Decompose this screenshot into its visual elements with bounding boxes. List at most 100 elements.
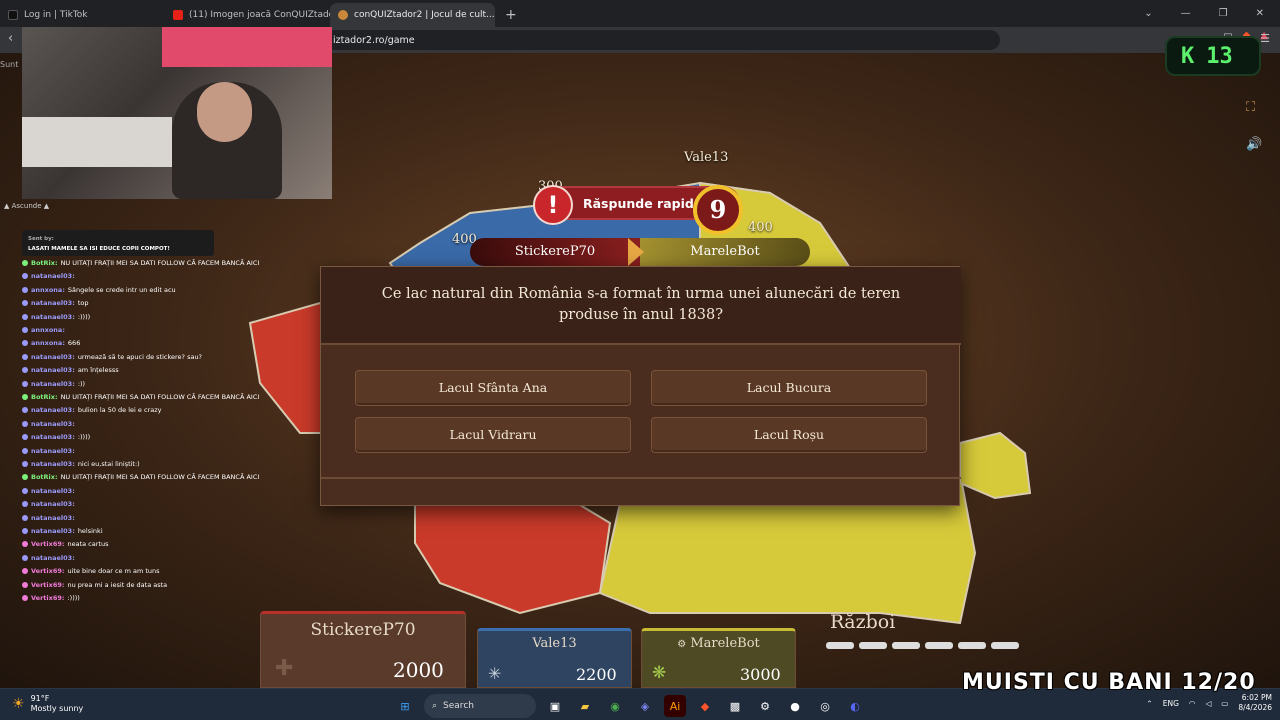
new-tab-button[interactable]: + <box>495 7 527 27</box>
chat-text: helsinki <box>77 527 103 535</box>
chat-username[interactable]: BotRix: <box>31 473 58 481</box>
chat-username[interactable]: natanael03: <box>31 460 75 468</box>
chat-username[interactable]: BotRix: <box>31 259 58 267</box>
fullscreen-icon[interactable]: ⛶ <box>1246 100 1262 115</box>
weather-widget[interactable]: ☀ 91°F Mostly sunny <box>12 694 83 714</box>
app-icon[interactable]: ▩ <box>724 695 746 717</box>
youtube-icon <box>173 10 183 20</box>
tab-youtube[interactable]: (11) Imogen joacă ConQUIZtador (m... <box>165 3 330 27</box>
chat-text: top <box>77 299 89 308</box>
volume-icon[interactable]: ◁ <box>1205 699 1211 708</box>
menu-icon[interactable]: ☰ <box>1260 32 1270 45</box>
chat-message: natanael03::)))) <box>22 313 90 321</box>
chat-username[interactable]: natanael03: <box>31 353 75 361</box>
settings-icon[interactable]: ⚙ <box>754 695 776 717</box>
answer-option-1[interactable]: Lacul Sfânta Ana <box>355 370 631 406</box>
battery-icon[interactable]: ▭ <box>1221 699 1228 708</box>
chat-username[interactable]: Vertix69: <box>31 567 64 575</box>
chat-text: :)))) <box>77 312 91 321</box>
map-region-yellow-east[interactable] <box>959 431 1032 500</box>
chat-username[interactable]: annxona: <box>31 339 65 347</box>
chat-username[interactable]: natanael03: <box>31 299 75 307</box>
chat-username[interactable]: natanael03: <box>31 406 75 414</box>
hide-chat-button[interactable]: ▲ Ascunde ▲ <box>4 202 49 210</box>
capture-icon[interactable]: ◎ <box>814 695 836 717</box>
back-icon[interactable]: ‹ <box>8 31 13 46</box>
sun-icon: ☀ <box>12 696 25 712</box>
chat-message: Vertix69: neata cartus <box>22 540 108 548</box>
chat-username[interactable]: natanael03: <box>31 272 75 280</box>
sound-icon[interactable]: 🔊 <box>1246 137 1262 152</box>
user-badge-icon <box>22 501 28 508</box>
temperature: 91°F <box>30 694 50 703</box>
file-explorer-icon[interactable]: ▰ <box>574 695 596 717</box>
clock[interactable]: 6:02 PM 8/4/2026 <box>1238 693 1272 713</box>
language-indicator[interactable]: ENG <box>1163 699 1179 708</box>
tiktok-icon <box>8 10 18 20</box>
user-badge-icon <box>22 260 28 266</box>
chat-message: BotRix: NU UITAȚI FRAȚII MEI SA DATI FOLL… <box>22 259 259 267</box>
flower-icon: ❋ <box>652 663 667 683</box>
chrome-icon[interactable]: ◉ <box>604 695 626 717</box>
chat-username[interactable]: natanael03: <box>31 527 75 535</box>
pinned-text: LASATI MAMELE SA ISI EDUCE COPII COMPOT! <box>28 246 170 252</box>
chat-username[interactable]: natanael03: <box>31 554 75 562</box>
tab-tiktok[interactable]: Log in | TikTok <box>0 3 165 27</box>
tab-conquiztador[interactable]: conQUIZtador2 | Jocul de cult... ✕ <box>330 3 495 27</box>
task-view-icon[interactable]: ▣ <box>544 695 566 717</box>
answer-option-2[interactable]: Lacul Bucura <box>651 370 927 406</box>
discord-icon[interactable]: ◐ <box>844 695 866 717</box>
minimize-button[interactable]: — <box>1181 8 1191 19</box>
chat-username[interactable]: natanael03: <box>31 420 75 428</box>
chevron-up-icon[interactable]: ⌃ <box>1146 699 1152 708</box>
tab-search-icon[interactable]: ⌄ <box>1144 8 1152 19</box>
chat-username[interactable]: natanael03: <box>31 313 75 321</box>
answer-option-4[interactable]: Lacul Roșu <box>651 417 927 453</box>
teams-icon[interactable]: ◈ <box>634 695 656 717</box>
conquiztador-icon <box>338 10 348 20</box>
banner-text: Răspunde rapid! <box>583 196 700 211</box>
chat-text: 666 <box>67 339 81 348</box>
obs-icon[interactable]: ● <box>784 695 806 717</box>
chat-username[interactable]: natanael03: <box>31 514 75 522</box>
url-input[interactable]: iztador2.ro/game <box>325 30 1000 50</box>
user-badge-icon <box>22 581 28 588</box>
illustrator-icon[interactable]: Ai <box>664 695 686 717</box>
user-badge-icon <box>22 595 28 601</box>
chat-username[interactable]: Vertix69: <box>31 540 64 548</box>
chat-text: nici eu,stai liniștit:) <box>77 460 140 468</box>
user-badge-icon <box>22 487 28 494</box>
brave-icon[interactable]: ◆ <box>694 695 716 717</box>
player-name-row: ⚙ MareleBot <box>642 636 795 651</box>
player-name: StickereP70 <box>310 620 416 640</box>
chat-username[interactable]: annxona: <box>31 326 65 334</box>
player-name: Vale13 <box>532 636 577 651</box>
windows-start-icon[interactable]: ⊞ <box>394 695 416 717</box>
close-window-button[interactable]: ✕ <box>1256 8 1264 19</box>
chat-username[interactable]: natanael03: <box>31 447 75 455</box>
maximize-button[interactable]: ❐ <box>1219 8 1228 19</box>
system-tray: ⌃ ENG ◠ ◁ ▭ 6:02 PM 8/4/2026 <box>1146 693 1272 713</box>
star-icon: ✳ <box>488 664 502 683</box>
chat-username[interactable]: natanael03: <box>31 487 75 495</box>
chat-username[interactable]: natanael03: <box>31 500 75 508</box>
chat-username[interactable]: Vertix69: <box>31 581 64 589</box>
chat-username[interactable]: annxona: <box>31 286 65 294</box>
round-progress <box>826 642 1019 649</box>
chat-message: natanael03: <box>22 487 78 495</box>
chat-message: natanael03: bulion la 50 de lei e crazy <box>22 406 161 414</box>
pinned-sender: Sent by: <box>28 236 54 242</box>
player-points: 2000 <box>393 658 444 682</box>
answer-option-3[interactable]: Lacul Vidraru <box>355 417 631 453</box>
url-text: iztador2.ro/game <box>333 34 415 46</box>
chat-text: :)))) <box>67 594 80 602</box>
chat-username[interactable]: natanael03: <box>31 433 75 441</box>
chat-username[interactable]: natanael03: <box>31 380 75 388</box>
chat-username[interactable]: Vertix69: <box>31 594 64 602</box>
chat-username[interactable]: natanael03: <box>31 366 75 374</box>
wifi-icon[interactable]: ◠ <box>1189 699 1196 708</box>
chat-message: Vertix69: uite bine doar ce m am tuns <box>22 567 160 575</box>
chat-username[interactable]: BotRix: <box>31 393 58 401</box>
player-card-vale13: Vale13 ✳ 2200 <box>477 628 632 688</box>
taskbar-search[interactable]: ⌕ Search <box>424 694 536 718</box>
